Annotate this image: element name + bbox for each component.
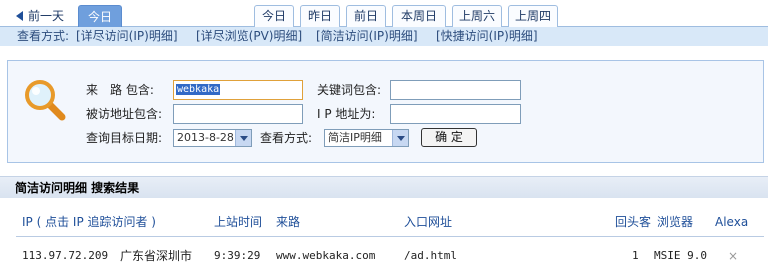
row-browser: MSIE 9.0 [654,249,707,262]
date-select-value: 2013-8-28 [177,131,234,144]
row-time: 9:39:29 [214,249,261,262]
quick-tab-yesterday[interactable]: 昨日 [300,5,340,27]
col-ip: IP ( 点击 IP 追踪访问者 ) [22,215,156,229]
view-mode-ip-detail[interactable]: [详尽访问(IP)明细] [76,27,178,46]
prev-day-button[interactable]: 前一天 [8,5,74,27]
source-input[interactable]: webkaka [173,80,303,100]
alexa-close-icon[interactable]: × [728,248,738,264]
ip-label: I P 地址为: [317,107,376,121]
source-label: 来 路 包含: [86,83,154,97]
row-entry-link[interactable]: /ad.html [404,248,457,264]
view-mode-label: 查看方式: [17,29,70,43]
date-select[interactable]: 2013-8-28 [173,129,252,147]
quick-tab-today[interactable]: 今日 [254,5,294,27]
quick-tab-last-saturday[interactable]: 上周六 [452,5,502,27]
view-mode-pv-detail[interactable]: [详尽浏览(PV)明细] [196,27,302,46]
col-browser: 浏览器 [657,215,694,229]
mode-select[interactable]: 简洁IP明细 [324,129,409,147]
today-tab[interactable]: 今日 [78,5,122,27]
row-location: 广东省深圳市 [120,249,193,263]
view-mode-bar: 查看方式: [详尽访问(IP)明细] [详尽浏览(PV)明细] [简洁访问(IP… [0,27,768,46]
chevron-down-icon [392,130,408,146]
row-source-link[interactable]: www.webkaka.com [276,248,375,264]
view-mode-simple-ip[interactable]: [简洁访问(IP)明细] [316,27,418,46]
source-input-value: webkaka [176,84,221,95]
date-label: 查询目标日期: [86,131,163,145]
col-source: 来路 [276,215,301,229]
magnifier-icon [25,80,66,121]
keyword-input[interactable] [390,80,521,100]
visited-url-label: 被访地址包含: [86,107,163,121]
quick-tab-last-thursday[interactable]: 上周四 [508,5,558,27]
visited-url-input[interactable] [173,104,303,124]
col-alexa: Alexa [715,215,749,229]
col-time: 上站时间 [214,215,263,229]
quick-tab-sunday[interactable]: 本周日 [392,5,446,27]
keyword-label: 关键词包含: [317,83,382,97]
view-mode-quick-ip[interactable]: [快捷访问(IP)明细] [436,27,538,46]
top-band: 前一天 今日 今日 昨日 前日 本周日 上周六 上周四 查看方式: [详尽访问(… [0,0,768,46]
quick-tab-day-before[interactable]: 前日 [346,5,386,27]
mode-label: 查看方式: [260,131,313,145]
search-panel: 来 路 包含: webkaka 关键词包含: 被访地址包含: I P 地址为: … [7,60,764,163]
confirm-button[interactable]: 确 定 [421,128,477,147]
left-triangle-icon [16,11,23,21]
ip-input[interactable] [390,104,521,124]
row-ip-link[interactable]: 113.97.72.209 [22,248,108,264]
col-entry: 入口网址 [404,215,453,229]
date-tab-bar: 前一天 今日 今日 昨日 前日 本周日 上周六 上周四 [0,0,768,27]
chevron-down-icon [235,130,251,146]
mode-select-value: 简洁IP明细 [328,131,382,144]
col-returning: 回头客 [615,215,652,229]
results-title: 简洁访问明细 搜索结果 [0,176,768,198]
header-divider [16,236,764,237]
row-returning: 1 [632,249,639,262]
prev-day-label: 前一天 [28,9,65,23]
